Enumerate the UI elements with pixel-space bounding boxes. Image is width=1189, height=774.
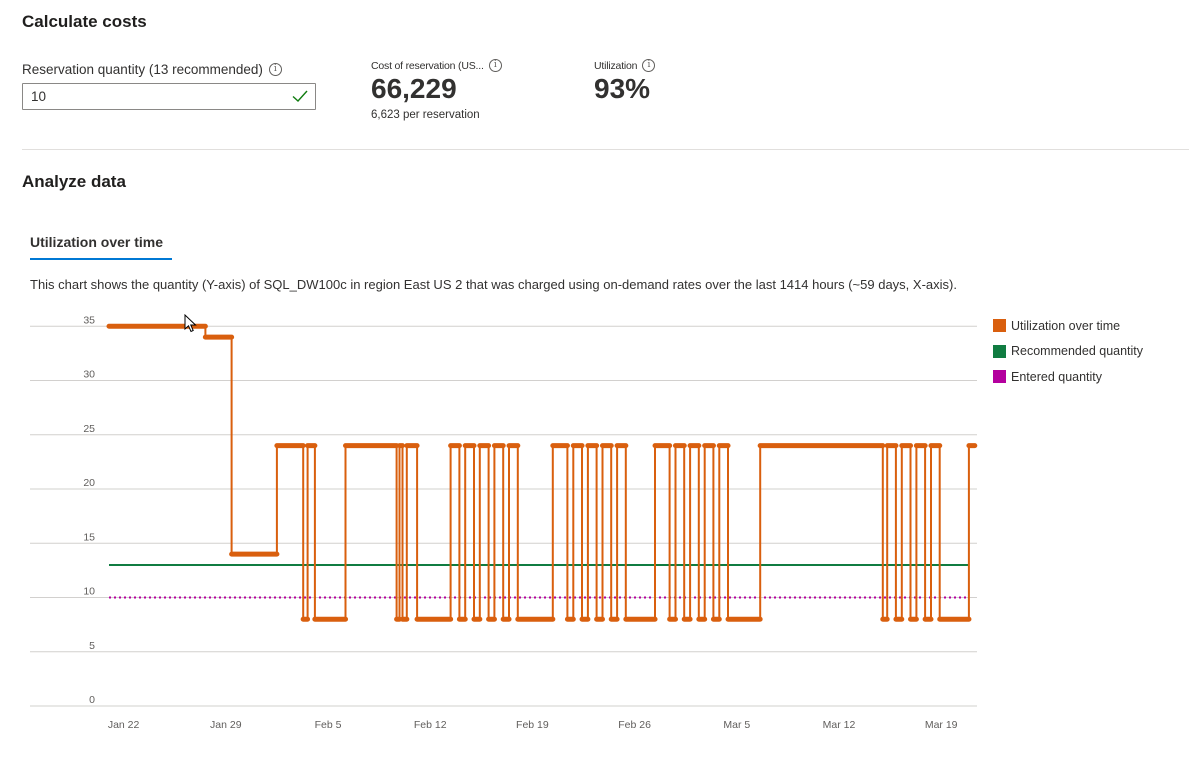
x-tick-label: Feb 19 [516,719,549,731]
reservation-quantity-label: Reservation quantity (13 recommended) i [22,62,282,77]
tab-utilization-over-time[interactable]: Utilization over time [30,234,163,256]
x-tick-label: Feb 5 [315,719,342,731]
cost-label-row: Cost of reservation (US... i [371,59,502,72]
x-tick-label: Mar 19 [925,719,958,731]
legend-swatch-entered [993,370,1006,384]
reservation-quantity-field[interactable] [22,83,316,110]
x-tick-label: Mar 5 [723,719,750,731]
utilization-label: Utilization [594,59,638,72]
utilization-value: 93% [594,73,651,104]
y-tick-label: 25 [83,423,95,435]
chart-series [106,323,978,622]
tab-active-indicator [30,258,172,260]
reservation-quantity-label-text: Reservation quantity (13 recommended) [22,62,263,77]
legend-label-entered: Entered quantity [1011,369,1103,384]
mouse-cursor-icon [184,314,197,333]
y-tick-label: 35 [83,314,95,326]
legend-swatch-recommended [993,344,1006,358]
reservation-quantity-input[interactable] [23,84,283,109]
x-tick-label: Jan 29 [210,719,242,731]
utilization-label-row: Utilization i [594,59,656,72]
cost-label: Cost of reservation (US... [371,59,484,72]
utilization-line [109,325,975,621]
y-axis-labels: 0 5 10 15 20 25 30 35 [83,314,95,706]
y-tick-label: 10 [83,586,95,598]
cost-per-reservation: 6,623 per reservation [371,109,480,121]
legend-label-utilization: Utilization over time [1011,318,1121,333]
info-icon[interactable]: i [268,63,282,76]
cost-of-reservation-metric: Cost of reservation (US... i 66,229 6,62… [371,59,502,121]
legend-item-recommended[interactable]: Recommended quantity [993,339,1143,365]
legend-item-entered[interactable]: Entered quantity [993,364,1143,390]
x-tick-label: Feb 12 [414,719,447,731]
x-tick-label: Jan 22 [108,719,140,731]
utilization-chart: 0 5 10 15 20 25 30 35 Jan 22 Jan 29 Feb 5 Feb 12 Fe… [30,314,978,731]
utilization-metric: Utilization i 93% [594,59,656,105]
legend-swatch-utilization [993,319,1006,333]
y-tick-label: 15 [83,531,95,543]
analyze-data-title: Analyze data [22,172,126,191]
info-icon[interactable]: i [642,59,656,72]
y-tick-label: 30 [83,369,95,381]
y-tick-label: 5 [89,640,95,652]
x-tick-label: Feb 26 [618,719,651,731]
check-icon [292,90,308,102]
info-icon[interactable]: i [488,59,502,72]
calculate-costs-title: Calculate costs [22,12,147,31]
y-tick-label: 0 [89,694,95,706]
section-divider [22,149,1189,150]
y-tick-label: 20 [83,477,95,489]
cost-value: 66,229 [371,73,457,104]
legend-label-recommended: Recommended quantity [1011,344,1144,359]
x-tick-label: Mar 12 [823,719,856,731]
chart-legend: Utilization over time Recommended quanti… [993,313,1143,390]
chart-description: This chart shows the quantity (Y-axis) o… [30,277,957,292]
legend-item-utilization[interactable]: Utilization over time [993,313,1143,339]
x-axis-labels: Jan 22 Jan 29 Feb 5 Feb 12 Feb 19 Feb 26 Mar 5… [108,719,958,731]
